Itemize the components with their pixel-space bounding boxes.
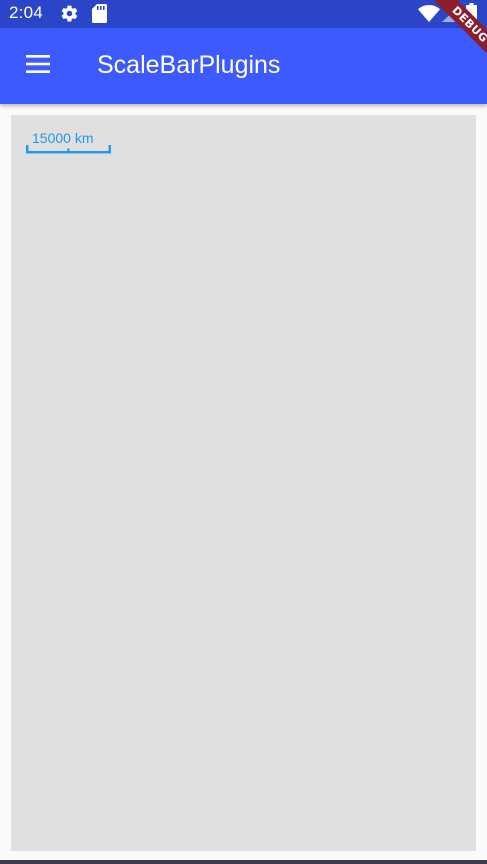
app-bar: ScaleBarPlugins	[0, 28, 487, 104]
sd-card-icon	[92, 4, 107, 28]
scale-bar: 15000 km	[26, 129, 116, 157]
scale-bar-label: 15000 km	[32, 130, 94, 146]
status-time: 2:04	[9, 3, 43, 22]
battery-icon	[466, 3, 477, 28]
status-bar: 2:04	[0, 0, 487, 28]
page-title: ScaleBarPlugins	[97, 51, 281, 79]
hamburger-menu-icon	[26, 54, 50, 78]
menu-button[interactable]	[14, 42, 62, 90]
wifi-icon	[418, 4, 440, 27]
bottom-edge	[0, 860, 487, 864]
gear-icon	[60, 4, 79, 28]
scale-bar-graphic	[26, 145, 111, 154]
map-view[interactable]: 15000 km	[11, 115, 476, 851]
signal-icon	[442, 5, 460, 27]
